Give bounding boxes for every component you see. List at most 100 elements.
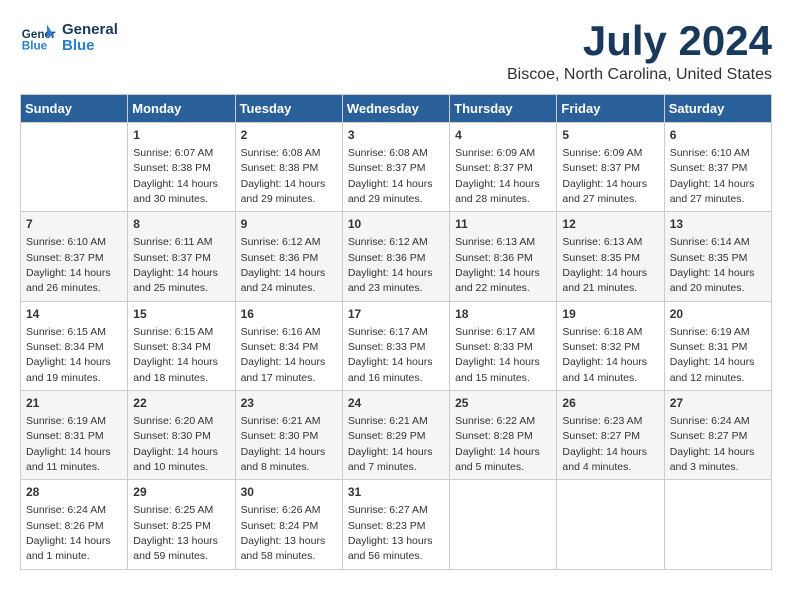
cell-info: Sunrise: 6:16 AMSunset: 8:34 PMDaylight:… bbox=[241, 326, 326, 384]
header: General Blue General Blue July 2024 Bisc… bbox=[20, 20, 772, 84]
cell-info: Sunrise: 6:13 AMSunset: 8:36 PMDaylight:… bbox=[455, 236, 540, 294]
calendar-cell: 28 Sunrise: 6:24 AMSunset: 8:26 PMDayligh… bbox=[21, 480, 128, 569]
calendar-cell: 25Sunrise: 6:22 AMSunset: 8:28 PMDayligh… bbox=[450, 391, 557, 480]
cell-info: Sunrise: 6:14 AMSunset: 8:35 PMDaylight:… bbox=[670, 236, 755, 294]
calendar-cell: 6 Sunrise: 6:10 AMSunset: 8:37 PMDaylight… bbox=[664, 123, 771, 212]
day-number: 20 bbox=[670, 306, 766, 323]
calendar-cell: 4 Sunrise: 6:09 AMSunset: 8:37 PMDaylight… bbox=[450, 123, 557, 212]
calendar-week-row: 14 Sunrise: 6:15 AMSunset: 8:34 PMDayligh… bbox=[21, 301, 772, 390]
calendar-cell bbox=[557, 480, 664, 569]
cell-info: Sunrise: 6:09 AMSunset: 8:37 PMDaylight:… bbox=[562, 147, 647, 205]
calendar-cell: 11 Sunrise: 6:13 AMSunset: 8:36 PMDayligh… bbox=[450, 212, 557, 301]
calendar-cell: 31 Sunrise: 6:27 AMSunset: 8:23 PMDayligh… bbox=[342, 480, 449, 569]
calendar-cell: 9 Sunrise: 6:12 AMSunset: 8:36 PMDaylight… bbox=[235, 212, 342, 301]
cell-info: Sunrise: 6:19 AMSunset: 8:31 PMDaylight:… bbox=[26, 415, 111, 473]
cell-info: Sunrise: 6:18 AMSunset: 8:32 PMDaylight:… bbox=[562, 326, 647, 384]
calendar-cell: 26Sunrise: 6:23 AMSunset: 8:27 PMDayligh… bbox=[557, 391, 664, 480]
calendar-header-saturday: Saturday bbox=[664, 95, 771, 123]
cell-info: Sunrise: 6:20 AMSunset: 8:30 PMDaylight:… bbox=[133, 415, 218, 473]
cell-info: Sunrise: 6:24 AMSunset: 8:27 PMDaylight:… bbox=[670, 415, 755, 473]
day-number: 16 bbox=[241, 306, 337, 323]
calendar-cell: 15 Sunrise: 6:15 AMSunset: 8:34 PMDayligh… bbox=[128, 301, 235, 390]
day-number: 31 bbox=[348, 484, 444, 501]
title-block: July 2024 Biscoe, North Carolina, United… bbox=[507, 20, 772, 84]
day-number: 24 bbox=[348, 395, 444, 412]
cell-info: Sunrise: 6:13 AMSunset: 8:35 PMDaylight:… bbox=[562, 236, 647, 294]
day-number: 8 bbox=[133, 216, 229, 233]
cell-info: Sunrise: 6:15 AMSunset: 8:34 PMDaylight:… bbox=[26, 326, 111, 384]
calendar-header-row: SundayMondayTuesdayWednesdayThursdayFrid… bbox=[21, 95, 772, 123]
svg-text:Blue: Blue bbox=[22, 40, 48, 53]
calendar-header-wednesday: Wednesday bbox=[342, 95, 449, 123]
day-number: 3 bbox=[348, 127, 444, 144]
cell-info: Sunrise: 6:09 AMSunset: 8:37 PMDaylight:… bbox=[455, 147, 540, 205]
day-number: 27 bbox=[670, 395, 766, 412]
day-number: 12 bbox=[562, 216, 658, 233]
day-number: 26 bbox=[562, 395, 658, 412]
day-number: 6 bbox=[670, 127, 766, 144]
cell-info: Sunrise: 6:15 AMSunset: 8:34 PMDaylight:… bbox=[133, 326, 218, 384]
calendar-cell: 30 Sunrise: 6:26 AMSunset: 8:24 PMDayligh… bbox=[235, 480, 342, 569]
cell-info: Sunrise: 6:10 AMSunset: 8:37 PMDaylight:… bbox=[26, 236, 111, 294]
logo: General Blue General Blue bbox=[20, 20, 118, 56]
day-number: 14 bbox=[26, 306, 122, 323]
day-number: 25 bbox=[455, 395, 551, 412]
calendar-cell: 1 Sunrise: 6:07 AMSunset: 8:38 PMDaylight… bbox=[128, 123, 235, 212]
cell-info: Sunrise: 6:08 AMSunset: 8:38 PMDaylight:… bbox=[241, 147, 326, 205]
calendar-cell: 2 Sunrise: 6:08 AMSunset: 8:38 PMDaylight… bbox=[235, 123, 342, 212]
calendar-cell: 22 Sunrise: 6:20 AMSunset: 8:30 PMDayligh… bbox=[128, 391, 235, 480]
day-number: 29 bbox=[133, 484, 229, 501]
day-number: 4 bbox=[455, 127, 551, 144]
calendar-cell: 20 Sunrise: 6:19 AMSunset: 8:31 PMDayligh… bbox=[664, 301, 771, 390]
day-number: 2 bbox=[241, 127, 337, 144]
calendar-cell: 23Sunrise: 6:21 AMSunset: 8:30 PMDayligh… bbox=[235, 391, 342, 480]
day-number: 13 bbox=[670, 216, 766, 233]
cell-info: Sunrise: 6:12 AMSunset: 8:36 PMDaylight:… bbox=[241, 236, 326, 294]
cell-info: Sunrise: 6:07 AMSunset: 8:38 PMDaylight:… bbox=[133, 147, 218, 205]
calendar-header-sunday: Sunday bbox=[21, 95, 128, 123]
calendar-cell: 24 Sunrise: 6:21 AMSunset: 8:29 PMDayligh… bbox=[342, 391, 449, 480]
cell-info: Sunrise: 6:24 AMSunset: 8:26 PMDaylight:… bbox=[26, 504, 111, 562]
day-number: 19 bbox=[562, 306, 658, 323]
calendar-cell bbox=[450, 480, 557, 569]
day-number: 5 bbox=[562, 127, 658, 144]
cell-info: Sunrise: 6:26 AMSunset: 8:24 PMDaylight:… bbox=[241, 504, 326, 562]
calendar-week-row: 1 Sunrise: 6:07 AMSunset: 8:38 PMDaylight… bbox=[21, 123, 772, 212]
calendar-cell: 14 Sunrise: 6:15 AMSunset: 8:34 PMDayligh… bbox=[21, 301, 128, 390]
calendar-header-tuesday: Tuesday bbox=[235, 95, 342, 123]
calendar-cell: 27 Sunrise: 6:24 AMSunset: 8:27 PMDayligh… bbox=[664, 391, 771, 480]
day-number: 10 bbox=[348, 216, 444, 233]
calendar-cell bbox=[21, 123, 128, 212]
cell-info: Sunrise: 6:10 AMSunset: 8:37 PMDaylight:… bbox=[670, 147, 755, 205]
calendar-cell: 3Sunrise: 6:08 AMSunset: 8:37 PMDaylight… bbox=[342, 123, 449, 212]
calendar-cell: 7Sunrise: 6:10 AMSunset: 8:37 PMDaylight… bbox=[21, 212, 128, 301]
day-number: 15 bbox=[133, 306, 229, 323]
cell-info: Sunrise: 6:17 AMSunset: 8:33 PMDaylight:… bbox=[455, 326, 540, 384]
day-number: 11 bbox=[455, 216, 551, 233]
calendar-cell: 18Sunrise: 6:17 AMSunset: 8:33 PMDayligh… bbox=[450, 301, 557, 390]
day-number: 22 bbox=[133, 395, 229, 412]
day-number: 23 bbox=[241, 395, 337, 412]
cell-info: Sunrise: 6:19 AMSunset: 8:31 PMDaylight:… bbox=[670, 326, 755, 384]
main-title: July 2024 bbox=[507, 20, 772, 62]
cell-info: Sunrise: 6:25 AMSunset: 8:25 PMDaylight:… bbox=[133, 504, 218, 562]
day-number: 30 bbox=[241, 484, 337, 501]
day-number: 28 bbox=[26, 484, 122, 501]
day-number: 1 bbox=[133, 127, 229, 144]
calendar-week-row: 21Sunrise: 6:19 AMSunset: 8:31 PMDayligh… bbox=[21, 391, 772, 480]
cell-info: Sunrise: 6:12 AMSunset: 8:36 PMDaylight:… bbox=[348, 236, 433, 294]
calendar-cell bbox=[664, 480, 771, 569]
cell-info: Sunrise: 6:11 AMSunset: 8:37 PMDaylight:… bbox=[133, 236, 218, 294]
day-number: 17 bbox=[348, 306, 444, 323]
calendar-cell: 13 Sunrise: 6:14 AMSunset: 8:35 PMDayligh… bbox=[664, 212, 771, 301]
calendar-cell: 19 Sunrise: 6:18 AMSunset: 8:32 PMDayligh… bbox=[557, 301, 664, 390]
cell-info: Sunrise: 6:27 AMSunset: 8:23 PMDaylight:… bbox=[348, 504, 433, 562]
calendar-cell: 12 Sunrise: 6:13 AMSunset: 8:35 PMDayligh… bbox=[557, 212, 664, 301]
calendar-cell: 10 Sunrise: 6:12 AMSunset: 8:36 PMDayligh… bbox=[342, 212, 449, 301]
calendar-cell: 8 Sunrise: 6:11 AMSunset: 8:37 PMDaylight… bbox=[128, 212, 235, 301]
subtitle: Biscoe, North Carolina, United States bbox=[507, 66, 772, 84]
day-number: 9 bbox=[241, 216, 337, 233]
cell-info: Sunrise: 6:21 AMSunset: 8:29 PMDaylight:… bbox=[348, 415, 433, 473]
calendar-cell: 16 Sunrise: 6:16 AMSunset: 8:34 PMDayligh… bbox=[235, 301, 342, 390]
calendar-table: SundayMondayTuesdayWednesdayThursdayFrid… bbox=[20, 94, 772, 570]
